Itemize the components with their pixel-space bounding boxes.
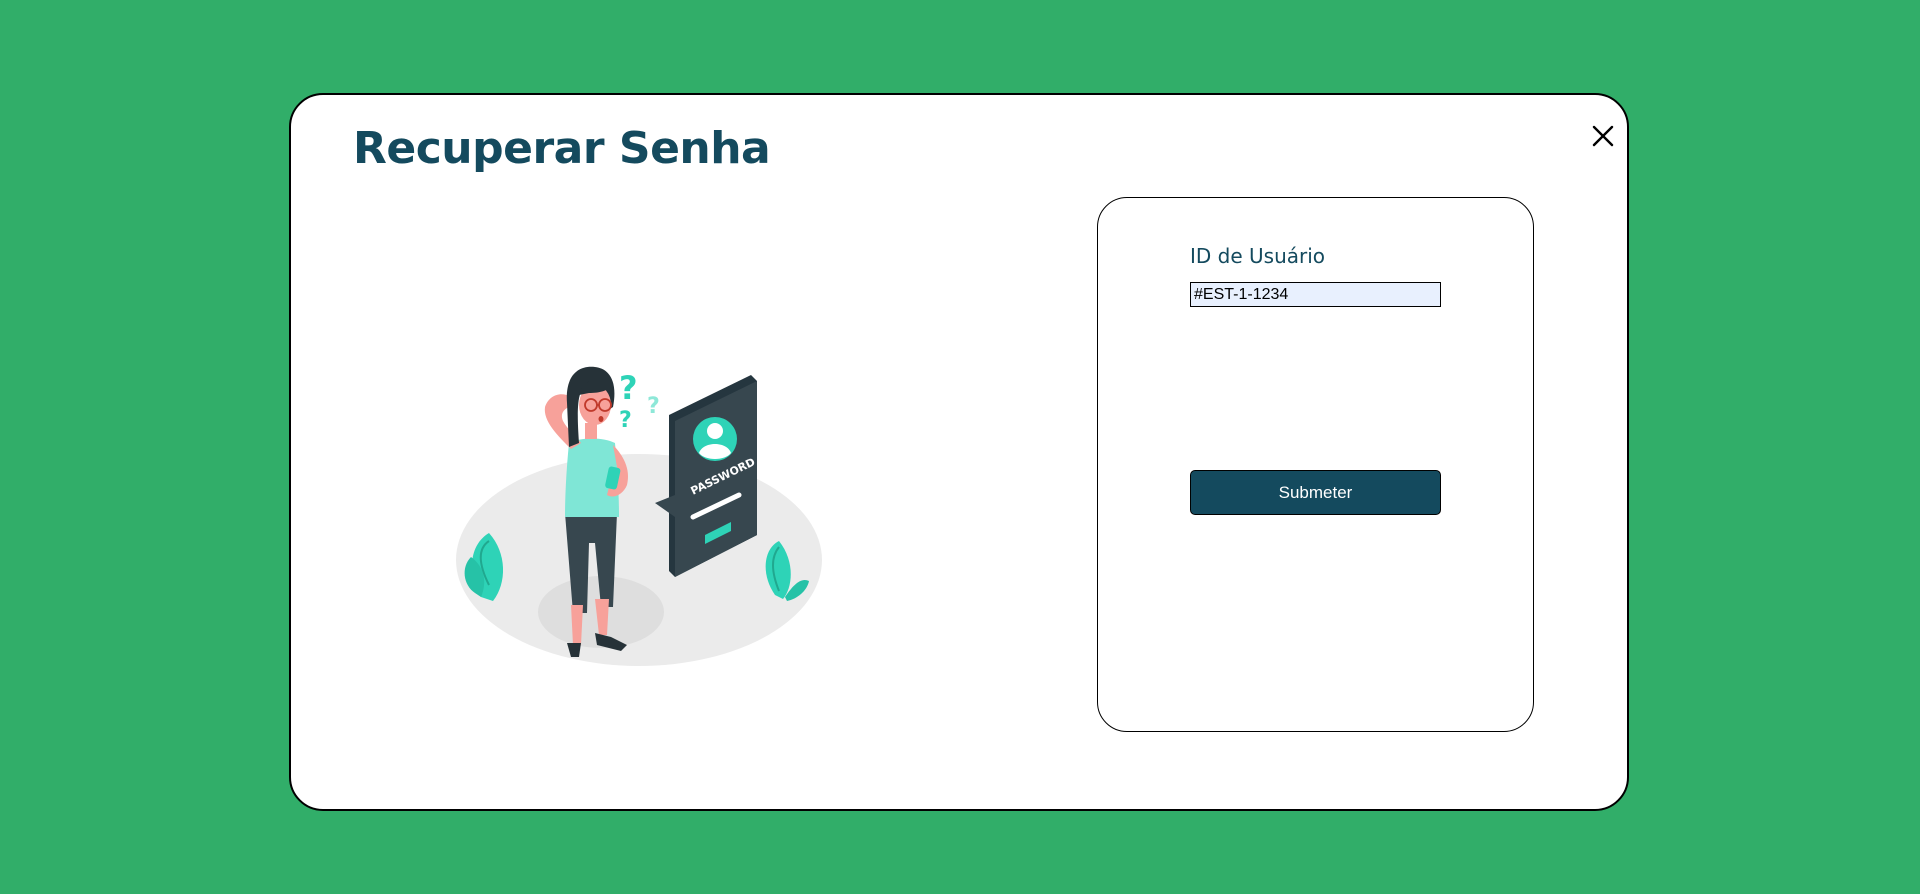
page-title: Recuperar Senha	[353, 123, 771, 174]
question-mark-icon: ? ? ?	[619, 369, 660, 433]
forgot-password-illustration: PASSWORD ? ? ?	[449, 295, 869, 705]
user-id-label: ID de Usuário	[1190, 244, 1326, 268]
close-icon	[1592, 125, 1614, 147]
close-button[interactable]	[1589, 122, 1617, 150]
svg-text:?: ?	[619, 369, 638, 407]
svg-text:?: ?	[619, 408, 632, 433]
recover-password-modal: Recuperar Senha PASSWORD ? ? ? ID de Usu…	[289, 93, 1629, 811]
submit-button[interactable]: Submeter	[1190, 470, 1441, 515]
user-id-input[interactable]	[1190, 282, 1441, 307]
recover-form-card: ID de Usuário Submeter	[1097, 197, 1534, 732]
svg-text:?: ?	[647, 394, 660, 419]
user-icon	[693, 417, 737, 461]
